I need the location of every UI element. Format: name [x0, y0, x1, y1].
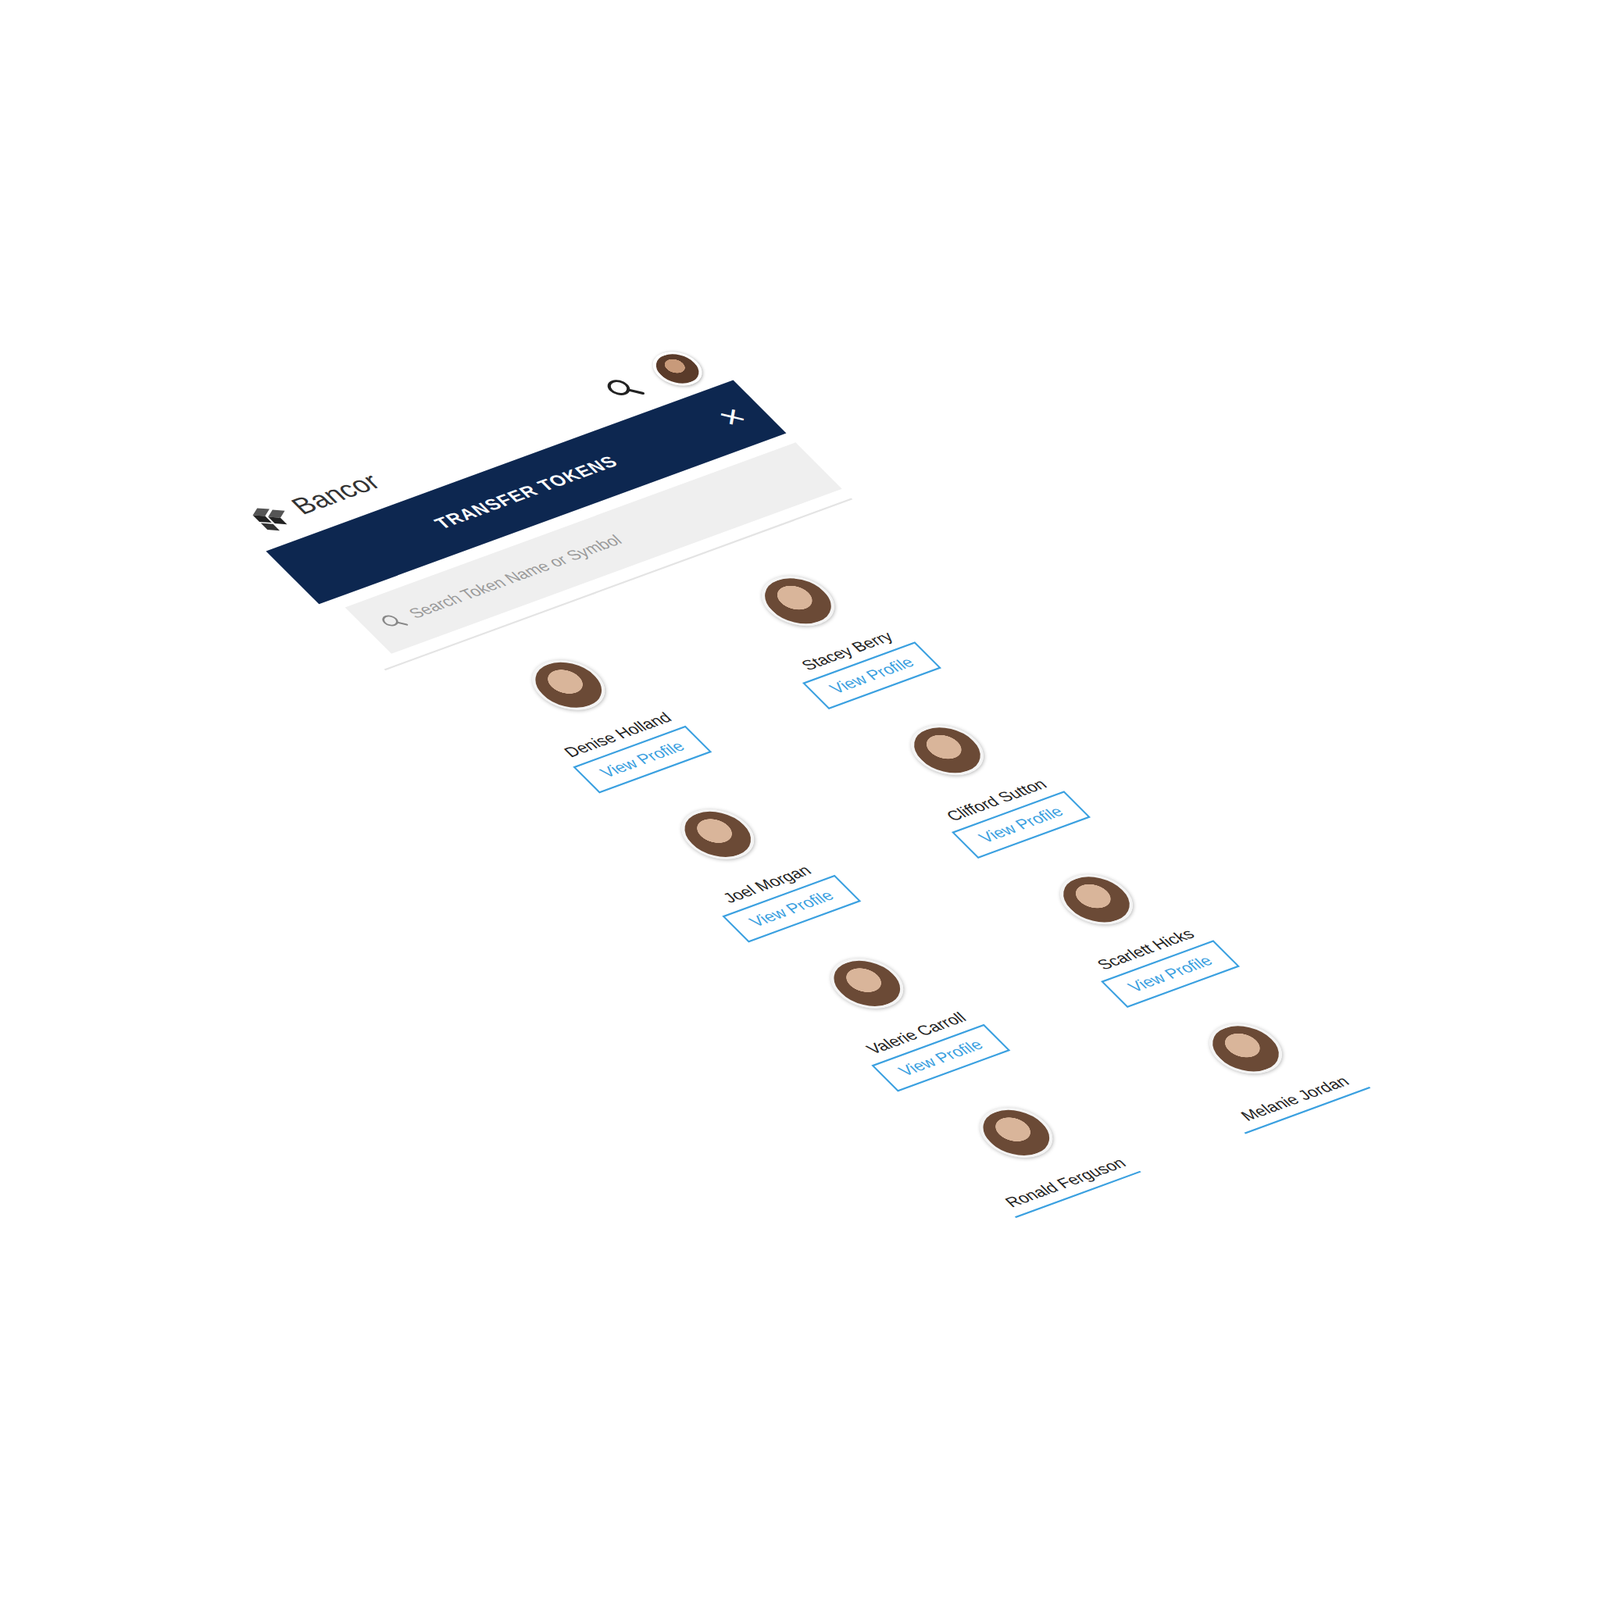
person-card: Denise HollandView Profile	[421, 610, 772, 815]
person-card: Ronald Ferguson	[869, 1059, 1193, 1238]
person-avatar[interactable]	[815, 950, 918, 1017]
person-card: Stacey BerryView Profile	[650, 527, 1000, 731]
person-card: Joel MorganView Profile	[571, 760, 921, 964]
person-name: Melanie Jordan	[1236, 1072, 1354, 1125]
person-avatar[interactable]	[517, 652, 619, 718]
person-avatar[interactable]	[666, 801, 768, 868]
user-avatar[interactable]	[642, 346, 712, 391]
person-avatar[interactable]	[1194, 1015, 1297, 1082]
phone-screen: BancorTRANSFER TOKENS×Search Token Name …	[219, 333, 1423, 1241]
person-avatar[interactable]	[964, 1100, 1067, 1166]
close-icon[interactable]: ×	[709, 400, 755, 434]
people-grid: Denise HollandView ProfileStacey BerryVi…	[413, 527, 1423, 1241]
person-name: Ronald Ferguson	[1000, 1153, 1131, 1211]
person-avatar[interactable]	[896, 717, 998, 783]
stage: BancorTRANSFER TOKENS×Search Token Name …	[0, 0, 1600, 1600]
search-icon[interactable]	[599, 373, 647, 405]
magnifier-icon	[375, 610, 411, 634]
person-card: Valerie CarrollView Profile	[720, 910, 1070, 1114]
person-card: Clifford SuttonView Profile	[800, 676, 1150, 880]
person-card: Scarlett HicksView Profile	[949, 825, 1299, 1029]
person-avatar[interactable]	[746, 567, 849, 634]
person-avatar[interactable]	[1045, 866, 1147, 933]
person-card: Melanie Jordan	[1098, 975, 1422, 1154]
